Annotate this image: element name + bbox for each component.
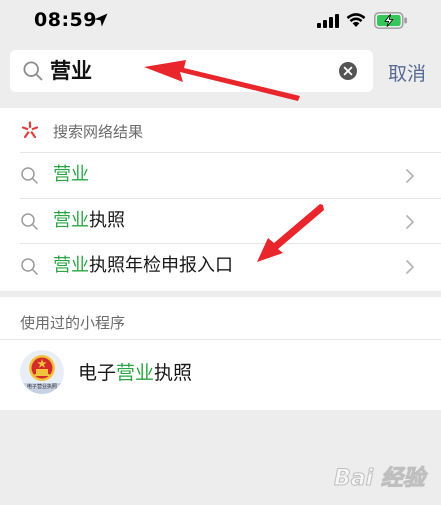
chevron-right-icon: [406, 169, 414, 183]
suggestion-item[interactable]: 营业执照: [0, 199, 441, 244]
status-time: 08:59: [34, 9, 97, 31]
national-emblem-icon: 电子营业执照: [20, 350, 64, 394]
web-results-header: 搜索网络结果: [0, 108, 441, 152]
suggestion-highlight: 营业: [53, 164, 89, 185]
suggestion-label: 营业执照: [53, 210, 125, 232]
chevron-right-icon: [406, 260, 414, 274]
status-bar: 08:59: [0, 0, 441, 42]
watermark: Bai 经验: [334, 452, 430, 496]
suggestion-label: 营业执照年检申报入口: [53, 255, 233, 277]
emblem-caption: 电子营业执照: [27, 383, 57, 390]
signal-icon: [317, 14, 339, 28]
suggestion-highlight: 营业: [53, 210, 89, 231]
search-icon: [21, 258, 38, 275]
mini-program-item[interactable]: 电子营业执照 电子营业执照: [0, 340, 441, 410]
location-arrow-icon: [94, 13, 108, 27]
search-query[interactable]: 营业: [50, 58, 92, 84]
search-icon: [23, 61, 43, 81]
web-search-icon: [21, 121, 39, 139]
mini-program-section-title: 使用过的小程序: [20, 314, 126, 332]
clear-icon[interactable]: [338, 61, 358, 81]
suggestion-item[interactable]: 营业: [0, 153, 441, 198]
search-input[interactable]: 营业: [10, 50, 373, 92]
web-results-card: 搜索网络结果 营业 营业执照 营业执照年检申报入口: [0, 108, 441, 291]
web-results-title: 搜索网络结果: [53, 123, 144, 141]
wifi-icon: [346, 13, 366, 27]
cancel-button[interactable]: 取消: [388, 59, 426, 86]
suggestion-rest: 执照: [89, 210, 125, 231]
chevron-right-icon: [406, 215, 414, 229]
battery-charging-icon: [374, 12, 407, 29]
mini-program-card: 使用过的小程序 电子营业执照 电子营业执照: [0, 297, 441, 410]
mini-program-name: 电子营业执照: [78, 361, 192, 385]
search-icon: [21, 213, 38, 230]
watermark-text: Bai 经验: [334, 466, 426, 492]
search-row: 营业 取消: [0, 42, 441, 102]
suggestion-highlight: 营业: [53, 255, 89, 276]
mini-program-name-prefix: 电子: [78, 362, 117, 384]
suggestion-rest: 执照年检申报入口: [89, 255, 233, 276]
mini-program-name-highlight: 营业: [116, 362, 155, 384]
mini-program-name-suffix: 执照: [154, 362, 193, 384]
search-icon: [21, 167, 38, 184]
suggestion-item[interactable]: 营业执照年检申报入口: [0, 244, 441, 289]
suggestion-label: 营业: [53, 164, 89, 186]
